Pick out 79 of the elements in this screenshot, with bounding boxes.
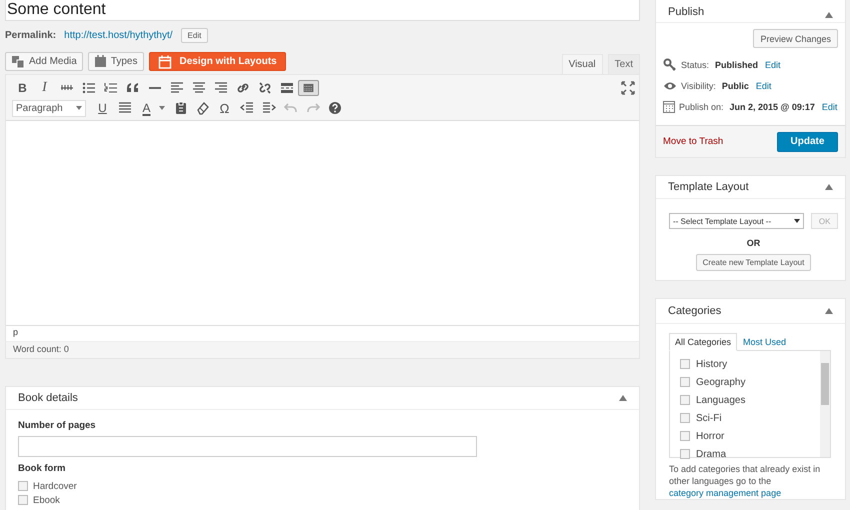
checkbox[interactable] xyxy=(680,377,690,387)
template-layout-select[interactable]: -- Select Template Layout -- xyxy=(669,213,804,229)
update-button[interactable]: Update xyxy=(777,132,838,152)
checkbox[interactable] xyxy=(680,395,690,405)
caret-icon xyxy=(794,219,800,223)
date-value: Jun 2, 2015 @ 09:17 xyxy=(730,102,815,112)
category-management-link[interactable]: category management page xyxy=(669,488,782,498)
panel-title: Categories xyxy=(668,305,722,317)
category-label: Horror xyxy=(696,430,724,442)
categories-note: To add categories that already exist in other languages go to the category management page xyxy=(669,463,822,499)
create-template-layout-button[interactable]: Create new Template Layout xyxy=(696,254,812,271)
calendar-icon xyxy=(663,100,675,113)
visibility-label: Visibility: xyxy=(681,80,716,90)
permalink-link[interactable]: http://test.host/hythythyt/ xyxy=(64,30,173,40)
horizontal-line-icon xyxy=(148,87,160,89)
read-more-icon xyxy=(278,80,294,96)
title-field[interactable]: Some content xyxy=(5,0,640,21)
visibility-value: Public xyxy=(722,80,749,90)
help-icon xyxy=(326,100,342,116)
checkbox-label: Hardcover xyxy=(33,480,77,492)
category-label: Geography xyxy=(696,376,746,388)
panel-title: Template Layout xyxy=(668,181,749,193)
add-media-button[interactable]: Add Media xyxy=(5,52,83,71)
collapse-icon[interactable] xyxy=(619,395,627,401)
eraser-icon xyxy=(194,100,210,116)
number-of-pages-field[interactable] xyxy=(18,436,477,457)
or-label: OR xyxy=(746,238,760,248)
collapse-icon[interactable] xyxy=(825,308,833,314)
preview-changes-button[interactable]: Preview Changes xyxy=(753,29,838,48)
unlink-icon xyxy=(256,80,272,96)
edit-link[interactable]: Edit xyxy=(822,102,838,112)
edit-permalink-button[interactable]: Edit xyxy=(180,28,208,42)
types-button[interactable]: Types xyxy=(88,52,144,71)
category-tab[interactable]: Most Used xyxy=(737,333,792,351)
calendar-icon xyxy=(158,54,172,68)
underline-button[interactable]: U xyxy=(92,98,113,118)
collapse-icon[interactable] xyxy=(825,184,833,190)
element-path: p xyxy=(13,327,18,337)
checkbox-label: Ebook xyxy=(33,494,60,506)
word-count: Word count: 0 xyxy=(13,344,69,354)
checkbox[interactable] xyxy=(18,481,28,491)
text-color-button[interactable]: A xyxy=(136,98,157,118)
edit-link[interactable]: Edit xyxy=(756,80,772,90)
toolbar-toggle-icon xyxy=(302,81,315,95)
panel-title: Publish xyxy=(668,6,704,18)
editor-tab[interactable]: Visual xyxy=(562,54,603,74)
status-label: Status: xyxy=(681,60,710,70)
checkbox[interactable] xyxy=(18,495,28,505)
omega-button[interactable]: Ω xyxy=(214,98,235,118)
caret-icon xyxy=(159,106,165,110)
media-icon xyxy=(11,54,25,68)
panel-title: Book details xyxy=(18,392,78,404)
move-to-trash-link[interactable]: Move to Trash xyxy=(663,136,724,147)
category-label: Sci-Fi xyxy=(696,412,722,424)
category-label: History xyxy=(696,358,728,370)
toggle-button[interactable] xyxy=(298,80,319,96)
edit-link[interactable]: Edit xyxy=(765,60,781,70)
bold-button[interactable]: B xyxy=(12,78,33,98)
paragraph-format-select[interactable]: Paragraph xyxy=(12,100,86,116)
date-label: Publish on: xyxy=(679,102,724,112)
scrollbar[interactable] xyxy=(820,351,830,457)
category-label: Languages xyxy=(696,394,746,406)
checkbox[interactable] xyxy=(680,431,690,441)
calendar-icon xyxy=(94,55,107,68)
caret-icon xyxy=(76,106,82,110)
status-value: Published xyxy=(715,60,758,70)
bulleted-list-icon xyxy=(80,80,96,96)
field-label: Book form xyxy=(18,463,66,474)
italic-button[interactable]: I xyxy=(34,78,55,98)
fullscreen-icon[interactable] xyxy=(621,81,635,95)
category-label: Drama xyxy=(696,448,726,460)
permalink-label: Permalink: xyxy=(5,30,56,40)
collapse-icon[interactable] xyxy=(825,12,833,18)
checkbox[interactable] xyxy=(680,449,690,459)
checkbox[interactable] xyxy=(680,413,690,423)
category-tab[interactable]: All Categories xyxy=(669,333,738,351)
field-label: Number of pages xyxy=(18,420,97,431)
checkbox[interactable] xyxy=(680,359,690,369)
editor-tab[interactable]: Text xyxy=(608,54,640,74)
